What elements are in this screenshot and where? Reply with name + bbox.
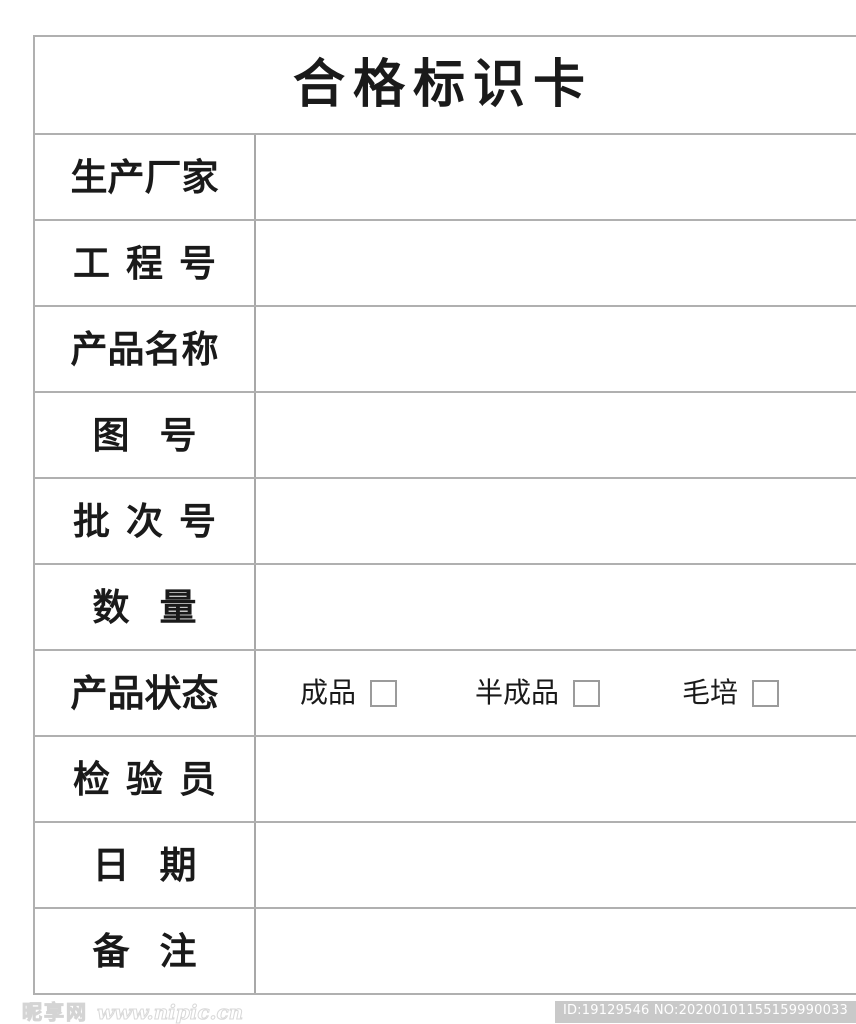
- field-row-product-status: 产品状态 成品 半成品 毛培: [35, 651, 856, 737]
- field-row-quantity: 数量: [35, 565, 856, 651]
- field-label-cell-drawing-number: 图号: [35, 393, 256, 477]
- card-title-row: 合格标识卡: [35, 37, 856, 135]
- product-status-options: 成品 半成品 毛培: [256, 679, 816, 707]
- card-title-cell: 合格标识卡: [35, 37, 856, 133]
- field-label-cell-batch-number: 批次号: [35, 479, 256, 563]
- field-value-quantity[interactable]: [256, 565, 856, 649]
- field-label-inspector: 检验员: [73, 757, 232, 801]
- field-value-drawing-number[interactable]: [256, 393, 856, 477]
- status-option-label-semi-finished: 半成品: [475, 676, 560, 709]
- field-label-product-name: 产品名称: [70, 327, 219, 371]
- qualification-label-card: 合格标识卡 生产厂家 工程号 产品名称 图号 批次号 数量 产品状态 成品 半成…: [33, 35, 856, 995]
- status-option-label-finished: 成品: [300, 676, 357, 709]
- field-value-project-number[interactable]: [256, 221, 856, 305]
- field-label-batch-number: 批次号: [73, 499, 232, 543]
- field-value-date[interactable]: [256, 823, 856, 907]
- watermark-id-badge: ID:19129546 NO:20200101155159990033: [554, 1001, 856, 1023]
- field-label-cell-date: 日期: [35, 823, 256, 907]
- field-value-remarks[interactable]: [256, 909, 856, 993]
- field-value-inspector[interactable]: [256, 737, 856, 821]
- field-value-product-name[interactable]: [256, 307, 856, 391]
- field-value-product-status: 成品 半成品 毛培: [256, 651, 856, 735]
- field-label-cell-manufacturer: 生产厂家: [35, 135, 256, 219]
- field-row-inspector: 检验员: [35, 737, 856, 823]
- field-row-drawing-number: 图号: [35, 393, 856, 479]
- field-label-quantity: 数量: [92, 585, 227, 629]
- field-label-remarks: 备注: [92, 929, 227, 973]
- field-label-project-number: 工程号: [73, 241, 232, 285]
- site-watermark-logo: 昵享网 www.nipic.cn: [22, 1000, 244, 1024]
- field-row-remarks: 备注: [35, 909, 856, 995]
- watermark-logo-text: 昵享网: [22, 1000, 88, 1024]
- field-label-date: 日期: [92, 843, 227, 887]
- field-row-batch-number: 批次号: [35, 479, 856, 565]
- field-label-drawing-number: 图号: [92, 413, 227, 457]
- status-option-finished[interactable]: 成品: [300, 676, 398, 709]
- field-row-manufacturer: 生产厂家: [35, 135, 856, 221]
- field-label-cell-project-number: 工程号: [35, 221, 256, 305]
- checkbox-semi-finished[interactable]: [573, 679, 601, 707]
- field-label-cell-product-status: 产品状态: [35, 651, 256, 735]
- checkbox-blank[interactable]: [752, 679, 780, 707]
- field-label-cell-remarks: 备注: [35, 909, 256, 993]
- field-label-cell-product-name: 产品名称: [35, 307, 256, 391]
- page-title: 合格标识卡: [293, 54, 594, 115]
- checkbox-finished[interactable]: [370, 679, 398, 707]
- watermark-url-text: www.nipic.cn: [96, 1000, 244, 1024]
- field-label-cell-quantity: 数量: [35, 565, 256, 649]
- field-label-manufacturer: 生产厂家: [70, 155, 219, 199]
- status-option-label-blank: 毛培: [682, 676, 739, 709]
- field-row-date: 日期: [35, 823, 856, 909]
- field-label-product-status: 产品状态: [70, 671, 219, 715]
- field-value-batch-number[interactable]: [256, 479, 856, 563]
- watermark-footer: 昵享网 www.nipic.cn ID:19129546 NO:20200101…: [0, 1000, 856, 1024]
- status-option-semi-finished[interactable]: 半成品: [475, 676, 601, 709]
- field-label-cell-inspector: 检验员: [35, 737, 256, 821]
- field-value-manufacturer[interactable]: [256, 135, 856, 219]
- field-row-project-number: 工程号: [35, 221, 856, 307]
- status-option-blank[interactable]: 毛培: [682, 676, 780, 709]
- field-row-product-name: 产品名称: [35, 307, 856, 393]
